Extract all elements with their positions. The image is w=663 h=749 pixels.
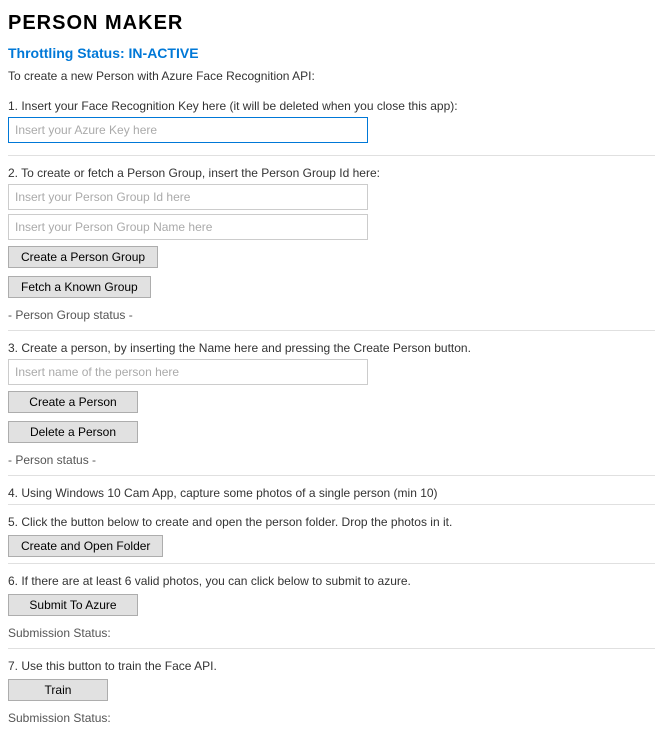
app-title: PERSON MAKER: [8, 12, 655, 35]
step4-label: 4. Using Windows 10 Cam App, capture som…: [8, 486, 655, 500]
person-group-status: - Person Group status -: [8, 304, 655, 326]
create-person-group-button[interactable]: Create a Person Group: [8, 246, 158, 268]
step3-label: 3. Create a person, by inserting the Nam…: [8, 341, 655, 355]
create-open-folder-button[interactable]: Create and Open Folder: [8, 535, 163, 557]
throttle-status: Throttling Status: IN-ACTIVE: [8, 45, 655, 61]
step5-label: 5. Click the button below to create and …: [8, 515, 655, 529]
person-group-name-input[interactable]: [8, 214, 368, 240]
step1-label: 1. Insert your Face Recognition Key here…: [8, 99, 655, 113]
delete-person-button[interactable]: Delete a Person: [8, 421, 138, 443]
fetch-known-group-button[interactable]: Fetch a Known Group: [8, 276, 151, 298]
submit-to-azure-button[interactable]: Submit To Azure: [8, 594, 138, 616]
step2-label: 2. To create or fetch a Person Group, in…: [8, 166, 655, 180]
person-status: - Person status -: [8, 449, 655, 471]
azure-key-input[interactable]: [8, 117, 368, 143]
submission-status-label-1: Submission Status:: [8, 622, 655, 644]
create-person-button[interactable]: Create a Person: [8, 391, 138, 413]
person-group-id-input[interactable]: [8, 184, 368, 210]
step1-description: To create a new Person with Azure Face R…: [8, 69, 655, 83]
step6-label: 6. If there are at least 6 valid photos,…: [8, 574, 655, 588]
step7-label: 7. Use this button to train the Face API…: [8, 659, 655, 673]
person-name-input[interactable]: [8, 359, 368, 385]
train-button[interactable]: Train: [8, 679, 108, 701]
submission-status-label-2: Submission Status:: [8, 707, 655, 729]
